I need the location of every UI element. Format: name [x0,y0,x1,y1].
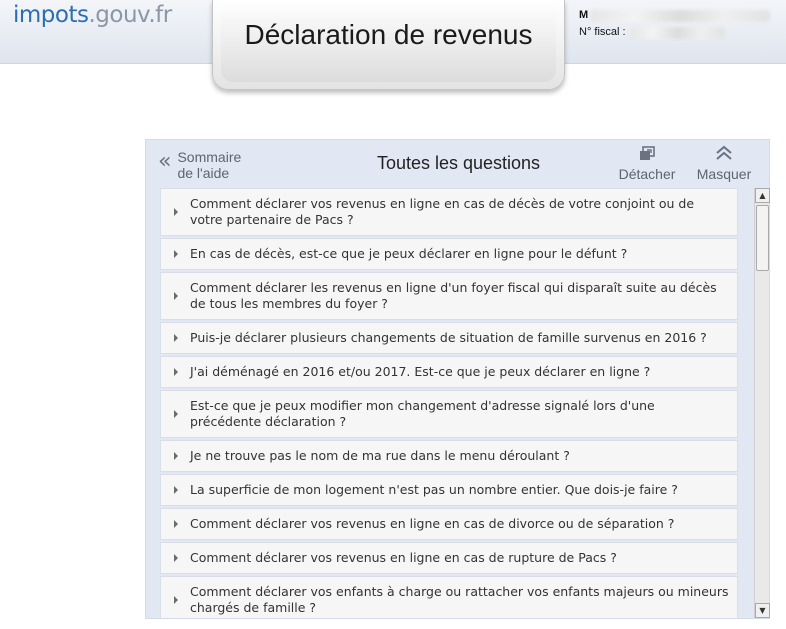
question-text: Est-ce que je peux modifier mon changeme… [190,398,655,429]
detach-button[interactable]: Détacher [614,143,680,183]
help-panel: « Sommaire de l'aide Toutes les question… [145,139,770,619]
question-item[interactable]: Comment déclarer vos revenus en ligne en… [160,542,738,574]
caret-right-icon [174,208,178,216]
question-text: Comment déclarer vos revenus en ligne en… [190,196,695,227]
fiscal-number-row: N° fiscal : [579,24,770,41]
scrollbar-thumb[interactable] [756,205,769,271]
question-text: Je ne trouve pas le nom de ma rue dans l… [190,448,570,463]
page-title: Déclaration de revenus [244,19,533,50]
questions-list: Comment déclarer vos revenus en ligne en… [160,188,738,618]
question-item[interactable]: Je ne trouve pas le nom de ma rue dans l… [160,440,738,472]
user-name-prefix: M [579,9,589,21]
question-text: Comment déclarer les revenus en ligne d'… [190,280,717,311]
caret-right-icon [174,250,178,258]
question-text: En cas de décès, est-ce que je peux décl… [190,246,628,261]
caret-right-icon [174,554,178,562]
scroll-down-arrow-icon[interactable]: ▼ [755,603,770,618]
question-item[interactable]: Puis-je déclarer plusieurs changements d… [160,322,738,354]
question-text: La superficie de mon logement n'est pas … [190,482,678,497]
question-text: Puis-je déclarer plusieurs changements d… [190,330,707,345]
question-item[interactable]: J'ai déménagé en 2016 et/ou 2017. Est-ce… [160,356,738,388]
caret-right-icon [174,520,178,528]
question-item[interactable]: Comment déclarer vos enfants à charge ou… [160,576,738,618]
back-to-summary-label: Sommaire de l'aide [177,149,242,181]
user-name-row: M [579,7,771,24]
help-panel-title: Toutes les questions [376,153,541,173]
question-text: J'ai déménagé en 2016 et/ou 2017. Est-ce… [190,364,651,379]
scroll-up-arrow-icon[interactable]: ▲ [755,188,770,203]
title-tab: Déclaration de revenus [212,0,565,90]
hide-button[interactable]: Masquer [690,143,758,183]
caret-right-icon [174,452,178,460]
caret-right-icon [174,410,178,418]
question-item[interactable]: En cas de décès, est-ce que je peux décl… [160,238,738,270]
question-text: Comment déclarer vos enfants à charge ou… [190,584,729,615]
question-item[interactable]: La superficie de mon logement n'est pas … [160,474,738,506]
double-chevron-up-icon [690,143,758,164]
detach-window-icon [614,143,680,164]
question-item[interactable]: Comment déclarer vos revenus en ligne en… [160,188,738,236]
caret-right-icon [174,596,178,604]
question-item[interactable]: Comment déclarer vos revenus en ligne en… [160,508,738,540]
logo-part-domain: .gouv.fr [88,2,172,28]
questions-scrollbar[interactable]: ▲ ▼ [754,188,770,618]
user-info: M N° fiscal : [579,7,771,41]
user-name-redacted [590,9,771,22]
question-text: Comment déclarer vos revenus en ligne en… [190,550,617,565]
fiscal-number-redacted [629,26,725,39]
question-text: Comment déclarer vos revenus en ligne en… [190,516,675,531]
title-tab-inner: Déclaration de revenus [221,0,556,82]
caret-right-icon [174,292,178,300]
caret-right-icon [174,368,178,376]
double-chevron-left-icon: « [158,149,172,174]
logo-part-impots: impots [13,2,89,28]
question-item[interactable]: Est-ce que je peux modifier mon changeme… [160,390,738,438]
question-item[interactable]: Comment déclarer les revenus en ligne d'… [160,272,738,320]
detach-label: Détacher [618,166,676,182]
hide-label: Masquer [696,166,752,182]
fiscal-label: N° fiscal : [579,26,626,38]
back-to-summary-button[interactable]: « Sommaire de l'aide [158,149,257,181]
help-panel-header: « Sommaire de l'aide Toutes les question… [146,140,769,187]
caret-right-icon [174,486,178,494]
caret-right-icon [174,334,178,342]
site-logo[interactable]: impots.gouv.fr [13,2,172,28]
